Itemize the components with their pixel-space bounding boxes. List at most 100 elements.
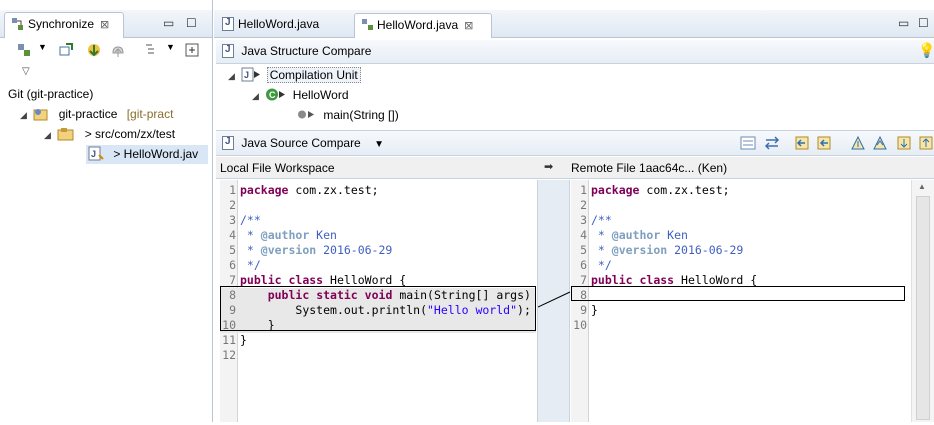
next-change-icon[interactable] bbox=[896, 135, 912, 151]
code-text: * @author Ken bbox=[591, 228, 688, 242]
expanded-triangle-icon[interactable]: ◢ bbox=[228, 67, 238, 86]
editor-tab-helloword-2[interactable]: HelloWord.java ⊠ bbox=[354, 13, 492, 38]
expanded-triangle-icon[interactable]: ◢ bbox=[20, 106, 30, 125]
layout-dropdown-icon[interactable]: ▼ bbox=[166, 42, 175, 52]
java-file-icon bbox=[222, 17, 234, 31]
synchronize-menu-icon[interactable] bbox=[16, 42, 32, 58]
layout-icon[interactable] bbox=[144, 42, 160, 58]
project-icon bbox=[33, 107, 51, 127]
code-line[interactable]: 9} bbox=[571, 303, 911, 318]
code-line[interactable]: 3 /** bbox=[571, 213, 911, 228]
local-file-header: Local File Workspace bbox=[220, 161, 335, 175]
tree-item-label: > HelloWord.jav bbox=[113, 147, 199, 161]
previous-difference-icon[interactable] bbox=[872, 135, 888, 151]
diff-gutter bbox=[537, 180, 571, 422]
expanded-triangle-icon[interactable]: ◢ bbox=[252, 87, 262, 106]
tree-item-label: main(String []) bbox=[323, 108, 399, 122]
tab-synchronize[interactable]: Synchronize ⊠ bbox=[4, 12, 124, 38]
tree-item-label: HelloWord bbox=[292, 88, 349, 102]
compare-file-icon bbox=[361, 18, 375, 35]
tree-item-class-helloword[interactable]: ◢ C HelloWord bbox=[252, 86, 349, 105]
editor-tab-label: HelloWord.java bbox=[238, 17, 320, 31]
editor-tab-helloword-1[interactable]: HelloWord.java bbox=[216, 13, 352, 38]
line-number: 1 bbox=[580, 183, 587, 197]
next-difference-icon[interactable] bbox=[850, 135, 866, 151]
pull-icon[interactable] bbox=[86, 42, 102, 58]
java-file-icon: J bbox=[88, 146, 106, 167]
code-line[interactable]: 6 */ bbox=[571, 258, 911, 273]
close-icon[interactable]: ⊠ bbox=[100, 18, 109, 31]
swap-sides-icon[interactable] bbox=[764, 135, 780, 151]
code-line[interactable]: 11} bbox=[220, 333, 536, 348]
code-text: * @version 2016-06-29 bbox=[240, 243, 393, 257]
compare-pane-headers: Local File Workspace ➡ Remote File 1aac6… bbox=[216, 157, 934, 179]
close-icon[interactable]: ⊠ bbox=[464, 19, 473, 32]
code-line[interactable]: 2 bbox=[220, 198, 536, 213]
tree-item-label: Compilation Unit bbox=[266, 67, 361, 83]
line-number: 5 bbox=[580, 243, 587, 257]
tree-item-label: Git (git-practice) bbox=[8, 87, 94, 101]
scrollbar-thumb[interactable] bbox=[916, 196, 930, 420]
expand-all-icon[interactable] bbox=[184, 42, 200, 58]
code-line[interactable]: 10 bbox=[571, 318, 911, 333]
line-number: 10 bbox=[573, 318, 587, 332]
minimize-icon[interactable]: ▭ bbox=[898, 16, 909, 30]
push-icon[interactable] bbox=[110, 42, 126, 58]
code-text: */ bbox=[240, 258, 261, 272]
minimize-icon[interactable]: ▭ bbox=[163, 16, 174, 30]
code-line[interactable]: 4 * @author Ken bbox=[220, 228, 536, 243]
line-number: 6 bbox=[580, 258, 587, 272]
tree-item-label: git-practice bbox=[58, 107, 118, 121]
tree-item-helloword-file[interactable]: J > HelloWord.jav bbox=[86, 145, 208, 164]
maximize-icon[interactable]: ☐ bbox=[918, 16, 929, 30]
code-line[interactable]: 1 package com.zx.test; bbox=[220, 183, 536, 198]
svg-text:J: J bbox=[244, 70, 249, 80]
code-line[interactable]: 6 */ bbox=[220, 258, 536, 273]
chevron-down-icon[interactable]: ▼ bbox=[374, 139, 384, 150]
tree-item-compilation-unit[interactable]: ◢ J Compilation Unit bbox=[228, 66, 361, 85]
scroll-up-icon[interactable]: ▲ bbox=[918, 182, 926, 191]
link-icon[interactable] bbox=[58, 42, 74, 58]
maximize-icon[interactable]: ☐ bbox=[186, 16, 197, 30]
line-number: 12 bbox=[222, 348, 236, 362]
code-line[interactable]: 12 bbox=[220, 348, 536, 363]
remote-code-pane[interactable]: 1 package com.zx.test; 2 3/** 4 * @author Ke… bbox=[571, 180, 911, 422]
tree-item-src-package[interactable]: ◢ > src/com/zx/test bbox=[44, 125, 175, 144]
structure-compare-header: Java Structure Compare 💡 bbox=[216, 40, 934, 64]
chevron-down-icon[interactable]: ▼ bbox=[38, 42, 47, 52]
tree-item-git-practice-project[interactable]: ◢ git-practice [git-pract bbox=[20, 105, 173, 124]
code-line[interactable]: 1 package com.zx.test; bbox=[571, 183, 911, 198]
svg-text:J: J bbox=[91, 149, 96, 159]
copy-current-left-icon[interactable] bbox=[816, 135, 832, 151]
vertical-scrollbar[interactable]: ▲ bbox=[911, 180, 934, 422]
line-number: 6 bbox=[229, 258, 236, 272]
tree-item-method-main[interactable]: main(String []) bbox=[296, 106, 399, 125]
source-compare-title: Java Source Compare bbox=[241, 136, 361, 150]
copy-right-arrow-icon[interactable]: ➡ bbox=[544, 160, 558, 174]
line-number: 3 bbox=[580, 213, 587, 227]
code-text: } bbox=[591, 303, 598, 317]
code-line[interactable]: 3 /** bbox=[220, 213, 536, 228]
view-menu-icon[interactable]: ▽ bbox=[22, 66, 30, 77]
code-text: * @author Ken bbox=[240, 228, 337, 242]
code-line[interactable]: 4 * @author Ken bbox=[571, 228, 911, 243]
line-number: 4 bbox=[580, 228, 587, 242]
synchronize-view bbox=[0, 0, 213, 422]
code-text: package com.zx.test; bbox=[591, 183, 730, 197]
code-line[interactable]: 5 * @version 2016-06-29 bbox=[571, 243, 911, 258]
source-compare-header: Java Source Compare ▼ bbox=[216, 130, 934, 156]
java-file-icon bbox=[222, 44, 234, 58]
ignore-whitespace-icon[interactable] bbox=[740, 135, 756, 151]
editor-tabbar: HelloWord.java HelloWord.java ⊠ ▭ ☐ bbox=[214, 10, 934, 38]
previous-change-icon[interactable] bbox=[918, 135, 934, 151]
synchronize-toolbar: ▼ ▼ bbox=[0, 38, 212, 62]
diff-connector-line bbox=[537, 291, 571, 308]
tree-item-git-practice-root[interactable]: Git (git-practice) bbox=[8, 85, 93, 104]
code-text: /** bbox=[591, 213, 612, 227]
code-line[interactable]: 2 bbox=[571, 198, 911, 213]
copy-all-left-icon[interactable] bbox=[794, 135, 810, 151]
code-line[interactable]: 5 * @version 2016-06-29 bbox=[220, 243, 536, 258]
expanded-triangle-icon[interactable]: ◢ bbox=[44, 126, 54, 145]
lightbulb-icon[interactable]: 💡 bbox=[918, 42, 934, 59]
java-file-icon bbox=[222, 136, 234, 150]
